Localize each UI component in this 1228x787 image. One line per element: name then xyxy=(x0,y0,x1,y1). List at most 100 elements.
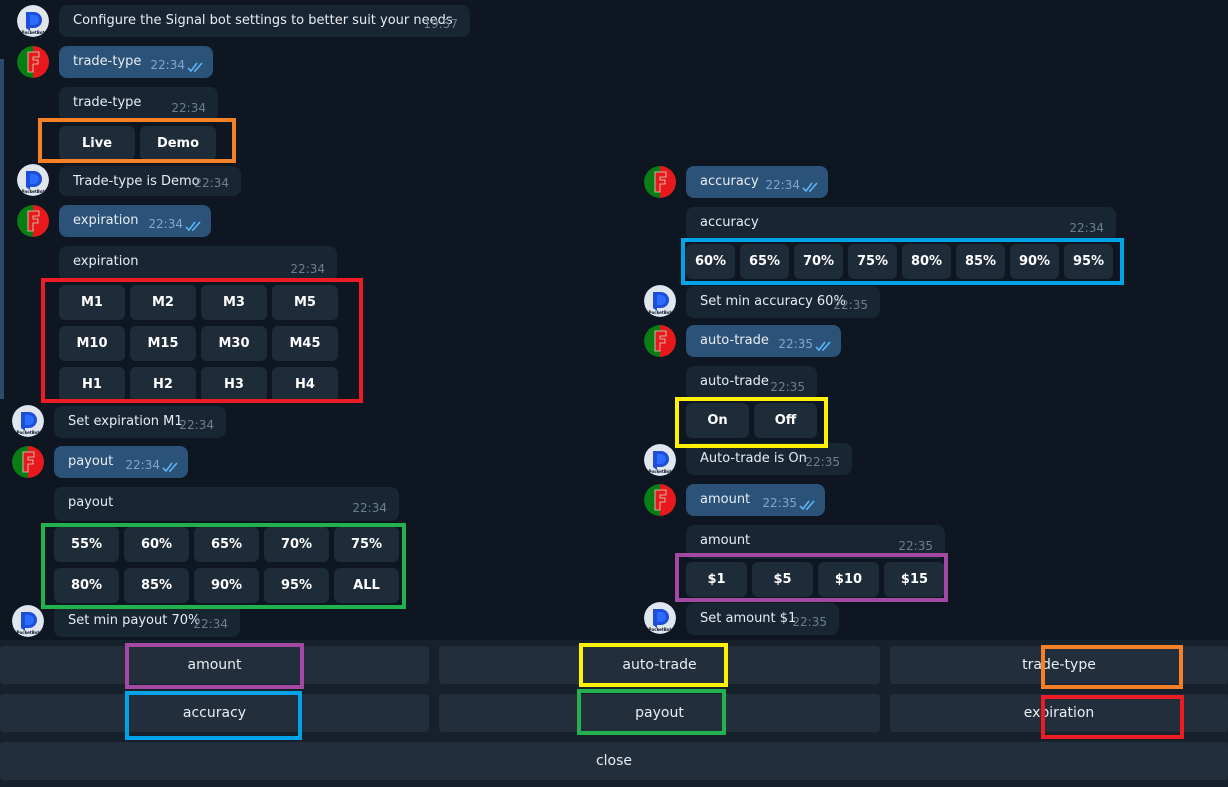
svg-text:PocketBot: PocketBot xyxy=(22,189,45,194)
svg-text:PocketBot: PocketBot xyxy=(649,627,672,632)
inline-button[interactable]: 80% xyxy=(54,568,119,603)
message-time: 22:34 xyxy=(150,58,185,72)
inline-button[interactable]: M15 xyxy=(130,326,196,361)
read-double-check-icon xyxy=(187,61,205,73)
inline-button[interactable]: 75% xyxy=(848,244,897,279)
svg-text:PocketBot: PocketBot xyxy=(17,630,40,635)
reply-button-trade-type[interactable]: trade-type xyxy=(890,646,1228,684)
message-text: Set min accuracy 60% xyxy=(700,294,846,309)
inline-button[interactable]: 80% xyxy=(902,244,951,279)
message-text: expiration xyxy=(73,213,139,228)
inline-button[interactable]: M30 xyxy=(201,326,267,361)
inline-button[interactable]: 55% xyxy=(54,527,119,562)
user-avatar-icon[interactable] xyxy=(12,446,44,478)
message-text: payout xyxy=(68,454,114,469)
inline-button[interactable]: 70% xyxy=(264,527,329,562)
inline-button[interactable]: 90% xyxy=(1010,244,1059,279)
incoming-message: payout 22:34 xyxy=(54,487,399,521)
inline-button[interactable]: M3 xyxy=(201,285,267,320)
chat-scrollbar[interactable] xyxy=(0,59,4,399)
outgoing-message: payout 22:34 xyxy=(54,446,188,478)
inline-button[interactable]: 65% xyxy=(194,527,259,562)
incoming-message: Set expiration M1 22:34 xyxy=(54,406,226,438)
svg-text:PocketBot: PocketBot xyxy=(22,30,45,35)
outgoing-message: amount 22:35 xyxy=(686,484,825,516)
message-text: Set expiration M1 xyxy=(68,414,183,429)
pocketbot-avatar-icon[interactable]: PocketBot xyxy=(644,602,676,634)
user-avatar-icon[interactable] xyxy=(644,484,676,516)
svg-text:PocketBot: PocketBot xyxy=(17,430,40,435)
message-time: 22:34 xyxy=(193,617,228,631)
message-time: 22:34 xyxy=(290,262,325,276)
inline-button[interactable]: On xyxy=(686,403,749,438)
inline-button[interactable]: 60% xyxy=(686,244,735,279)
pocketbot-avatar-icon[interactable]: PocketBot xyxy=(644,285,676,317)
user-avatar-icon[interactable] xyxy=(644,166,676,198)
message-time: 22:35 xyxy=(898,539,933,553)
message-time: 22:35 xyxy=(762,496,797,510)
outgoing-message: auto-trade 22:35 xyxy=(686,325,841,357)
inline-button[interactable]: 60% xyxy=(124,527,189,562)
inline-button[interactable]: M5 xyxy=(272,285,338,320)
message-time: 22:34 xyxy=(148,217,183,231)
incoming-message: Set min payout 70% 22:34 xyxy=(54,605,240,637)
inline-button[interactable]: 85% xyxy=(956,244,1005,279)
message-time: 22:34 xyxy=(194,176,229,190)
reply-button-accuracy[interactable]: accuracy xyxy=(0,694,429,732)
inline-button[interactable]: 75% xyxy=(334,527,399,562)
inline-button[interactable]: Off xyxy=(754,403,817,438)
pocketbot-avatar-icon[interactable]: PocketBot xyxy=(12,605,44,637)
inline-button[interactable]: M45 xyxy=(272,326,338,361)
incoming-message: trade-type 22:34 xyxy=(59,87,218,121)
pocketbot-avatar-icon[interactable]: PocketBot xyxy=(17,5,49,37)
inline-button[interactable]: 95% xyxy=(1064,244,1113,279)
inline-button[interactable]: M2 xyxy=(130,285,196,320)
user-avatar-icon[interactable] xyxy=(17,46,49,78)
reply-button-expiration[interactable]: expiration xyxy=(890,694,1228,732)
inline-button[interactable]: H4 xyxy=(272,367,338,402)
inline-button[interactable]: $15 xyxy=(884,562,945,597)
message-text: Set amount $1 xyxy=(700,611,797,626)
inline-button[interactable]: $10 xyxy=(818,562,879,597)
message-text: accuracy xyxy=(700,174,759,189)
user-avatar-icon[interactable] xyxy=(17,205,49,237)
message-time: 22:34 xyxy=(352,501,387,515)
inline-button[interactable]: H3 xyxy=(201,367,267,402)
pocketbot-avatar-icon[interactable]: PocketBot xyxy=(12,405,44,437)
message-text: trade-type xyxy=(73,54,142,69)
message-text: amount xyxy=(700,492,751,507)
inline-button[interactable]: 70% xyxy=(794,244,843,279)
message-text: trade-type xyxy=(73,95,142,110)
incoming-message: Trade-type is Demo 22:34 xyxy=(59,166,241,196)
reply-keyboard: amount auto-trade trade-type accuracy payout… xyxy=(0,640,1228,787)
reply-button-payout[interactable]: payout xyxy=(439,694,880,732)
inline-button[interactable]: 95% xyxy=(264,568,329,603)
inline-button[interactable]: Demo xyxy=(140,126,216,160)
inline-button[interactable]: ALL xyxy=(334,568,399,603)
pocketbot-avatar-icon[interactable]: PocketBot xyxy=(17,164,49,196)
message-time: 22:35 xyxy=(805,455,840,469)
inline-button[interactable]: $1 xyxy=(686,562,747,597)
inline-button[interactable]: H1 xyxy=(59,367,125,402)
reply-button-close[interactable]: close xyxy=(0,742,1228,780)
message-time: 22:35 xyxy=(770,380,805,394)
inline-button[interactable]: M10 xyxy=(59,326,125,361)
reply-button-amount[interactable]: amount xyxy=(0,646,429,684)
inline-button[interactable]: 90% xyxy=(194,568,259,603)
reply-button-auto-trade[interactable]: auto-trade xyxy=(439,646,880,684)
inline-button[interactable]: M1 xyxy=(59,285,125,320)
message-text: Trade-type is Demo xyxy=(73,174,200,189)
message-time: 22:35 xyxy=(778,337,813,351)
inline-button[interactable]: H2 xyxy=(130,367,196,402)
pocketbot-avatar-icon[interactable]: PocketBot xyxy=(644,444,676,476)
message-time: 22:34 xyxy=(1069,221,1104,235)
incoming-message: Set amount $1 22:35 xyxy=(686,603,839,635)
outgoing-message: expiration 22:34 xyxy=(59,205,211,237)
inline-button[interactable]: 85% xyxy=(124,568,189,603)
user-avatar-icon[interactable] xyxy=(644,325,676,357)
inline-button[interactable]: 65% xyxy=(740,244,789,279)
inline-button[interactable]: $5 xyxy=(752,562,813,597)
read-double-check-icon xyxy=(162,461,180,473)
inline-button[interactable]: Live xyxy=(59,126,135,160)
incoming-message: accuracy 22:34 xyxy=(686,207,1116,241)
